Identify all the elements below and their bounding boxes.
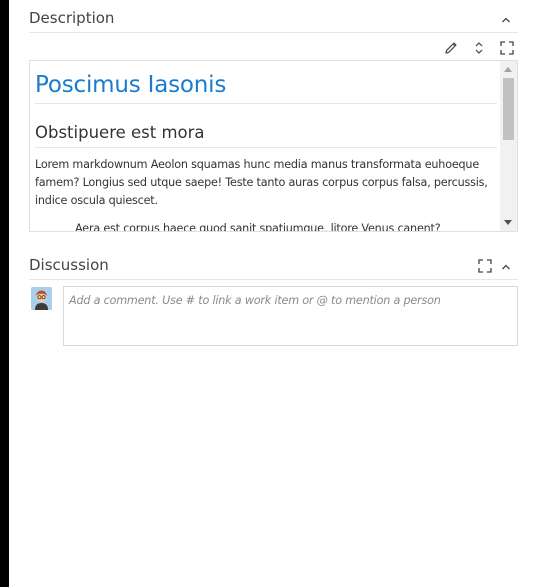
description-quote: Aera est corpus haece quod sanit spatium… <box>75 222 441 232</box>
description-collapse-chevron-icon[interactable] <box>497 11 515 29</box>
discussion-collapse-chevron-icon[interactable] <box>497 258 515 276</box>
description-scrollbar[interactable] <box>500 61 517 231</box>
description-editor[interactable]: Poscimus Iasonis Obstipuere est mora Lor… <box>29 60 518 232</box>
description-content: Poscimus Iasonis Obstipuere est mora Lor… <box>35 61 497 232</box>
description-heading-1: Poscimus Iasonis <box>35 72 497 104</box>
discussion-fullscreen-icon[interactable] <box>476 257 494 275</box>
description-divider <box>29 32 518 33</box>
description-paragraph: Lorem markdownum Aeolon squamas hunc med… <box>35 158 488 207</box>
description-title: Description <box>29 9 115 27</box>
user-avatar <box>31 287 52 310</box>
discussion-divider <box>29 279 518 280</box>
description-heading-2: Obstipuere est mora <box>35 123 497 148</box>
left-edge-bar <box>0 0 9 587</box>
comment-input[interactable]: Add a comment. Use # to link a work item… <box>63 286 518 346</box>
expand-collapse-icon[interactable] <box>470 39 488 57</box>
description-fullscreen-icon[interactable] <box>498 39 516 57</box>
scroll-thumb[interactable] <box>503 78 514 140</box>
discussion-title: Discussion <box>29 256 109 274</box>
edit-pencil-icon[interactable] <box>442 39 460 57</box>
scroll-down-arrow-icon[interactable] <box>504 220 512 225</box>
comment-placeholder: Add a comment. Use # to link a work item… <box>69 294 441 307</box>
scroll-up-arrow-icon[interactable] <box>504 67 512 72</box>
